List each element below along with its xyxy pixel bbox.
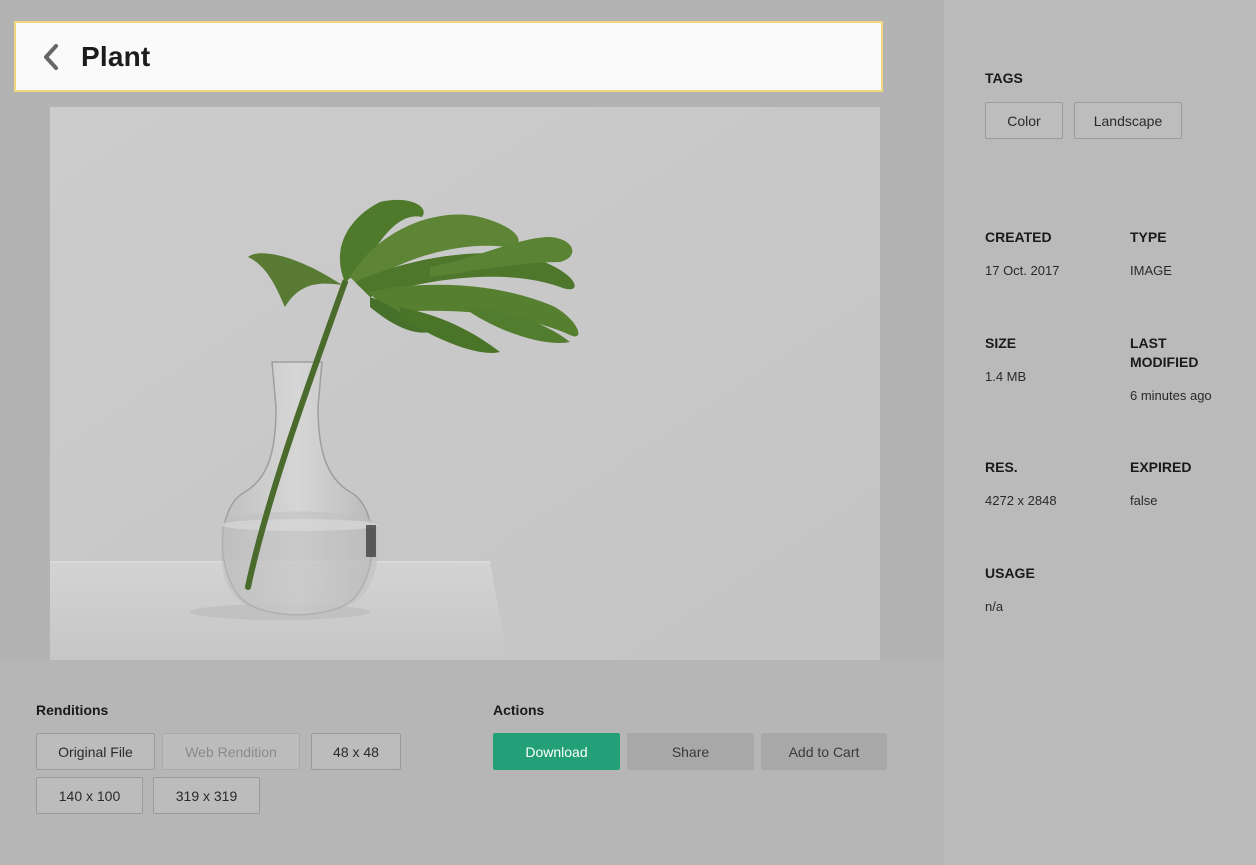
tag-color[interactable]: Color	[985, 102, 1063, 139]
plant-photo	[50, 107, 880, 660]
chevron-left-icon	[44, 43, 58, 70]
download-button[interactable]: Download	[493, 733, 620, 770]
actions-label: Actions	[493, 702, 545, 718]
res-value: 4272 x 2848	[985, 493, 1057, 508]
expired-label: EXPIRED	[1130, 459, 1192, 475]
rendition-319x319[interactable]: 319 x 319	[153, 777, 260, 814]
rendition-web[interactable]: Web Rendition	[162, 733, 300, 770]
created-value: 17 Oct. 2017	[985, 263, 1060, 278]
last-modified-label: LAST MODIFIED	[1130, 335, 1199, 370]
tags-label: TAGS	[985, 70, 1023, 86]
share-button[interactable]: Share	[627, 733, 754, 770]
page-title: Plant	[81, 40, 151, 72]
tag-landscape[interactable]: Landscape	[1074, 102, 1182, 139]
asset-controls: Renditions Original File Web Rendition 4…	[0, 660, 944, 865]
asset-preview-image	[50, 107, 880, 660]
last-modified-value: 6 minutes ago	[1130, 388, 1212, 403]
size-label: SIZE	[985, 335, 1017, 351]
add-to-cart-button[interactable]: Add to Cart	[761, 733, 887, 770]
size-value: 1.4 MB	[985, 369, 1027, 384]
res-label: RES.	[985, 459, 1018, 475]
back-button[interactable]	[26, 27, 76, 87]
type-value: IMAGE	[1130, 263, 1172, 278]
created-label: CREATED	[985, 229, 1052, 245]
details-sidebar: TAGS Color Landscape CREATED 17 Oct. 201…	[944, 0, 1256, 865]
main-panel: Plant Renditions Original File Web Rendi…	[0, 0, 944, 865]
usage-value: n/a	[985, 599, 1004, 614]
type-label: TYPE	[1130, 229, 1167, 245]
rendition-48x48[interactable]: 48 x 48	[311, 733, 401, 770]
usage-label: USAGE	[985, 565, 1035, 581]
rendition-140x100[interactable]: 140 x 100	[36, 777, 143, 814]
asset-header: Plant	[14, 21, 883, 92]
expired-value: false	[1130, 493, 1158, 508]
renditions-label: Renditions	[36, 702, 109, 718]
rendition-original-file[interactable]: Original File	[36, 733, 155, 770]
